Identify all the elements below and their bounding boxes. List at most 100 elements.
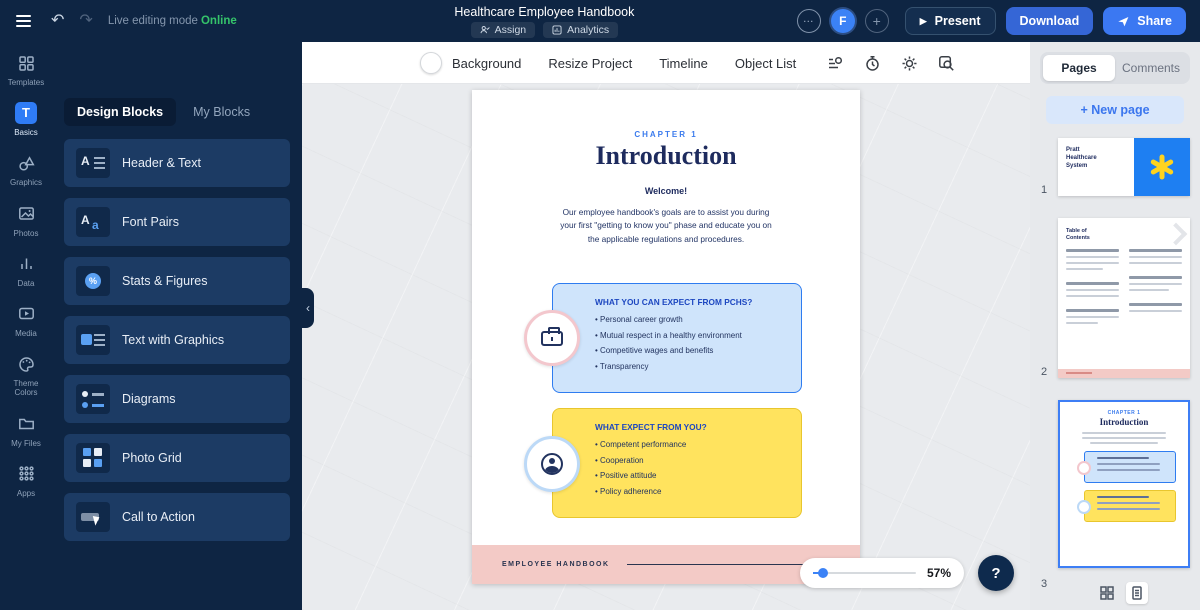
stats-figures-icon: % — [76, 266, 110, 296]
list-item: Transparency — [595, 359, 789, 375]
zoom-slider-handle[interactable] — [818, 568, 828, 578]
background-color-swatch[interactable] — [420, 52, 442, 74]
new-page-button[interactable]: + New page — [1046, 96, 1184, 124]
preview-zoom-icon[interactable] — [938, 55, 955, 72]
list-item: Personal career growth — [595, 312, 789, 328]
mini-person-circle — [1077, 500, 1091, 514]
apps-grid-icon — [15, 463, 37, 485]
page-thumbnail-2[interactable]: Table of Contents — [1058, 218, 1190, 378]
page-thumbnail-row-3: 3 CHAPTER 1 Introduction — [1041, 400, 1190, 590]
block-text-with-graphics[interactable]: Text with Graphics — [64, 316, 290, 364]
play-icon: ▶ — [919, 15, 927, 26]
page-thumbnail-3-selected[interactable]: CHAPTER 1 Introduction — [1058, 400, 1190, 568]
tab-my-blocks[interactable]: My Blocks — [180, 98, 263, 126]
tab-pages[interactable]: Pages — [1043, 55, 1115, 81]
comment-icon[interactable]: … — [796, 9, 821, 33]
chapter-label[interactable]: CHAPTER 1 — [472, 130, 860, 139]
grid-view-icon — [1100, 586, 1114, 600]
live-editing-status: Live editing mode Online — [107, 15, 237, 27]
assign-person-icon — [480, 25, 490, 33]
thumbnail-1-text: Pratt Healthcare System — [1066, 147, 1097, 170]
single-page-view-icon — [1132, 586, 1142, 600]
assign-button[interactable]: Assign — [470, 21, 536, 38]
timeline-button[interactable]: Timeline — [659, 56, 708, 71]
page-thumbnail-1[interactable]: Pratt Healthcare System — [1058, 138, 1190, 196]
welcome-text[interactable]: Welcome! — [472, 186, 860, 196]
help-button[interactable]: ? — [978, 555, 1014, 591]
object-list-button[interactable]: Object List — [735, 56, 796, 71]
yellow-box-title: WHAT EXPECT FROM YOU? — [595, 422, 707, 432]
list-item: Mutual respect in a healthy environment — [595, 328, 789, 344]
diagrams-icon — [76, 384, 110, 414]
templates-grid-icon — [15, 52, 37, 74]
list-view-button[interactable] — [1126, 582, 1148, 604]
redo-button[interactable]: ↷ — [79, 13, 92, 29]
tab-comments[interactable]: Comments — [1115, 55, 1187, 81]
document-title[interactable]: Healthcare Employee Handbook — [454, 5, 634, 19]
sidebar-item-theme-colors[interactable]: Theme Colors — [1, 353, 51, 397]
present-button[interactable]: ▶ Present — [904, 7, 996, 35]
canvas-area[interactable]: CHAPTER 1 Introduction Welcome! Our empl… — [302, 84, 1030, 610]
sidebar-item-apps[interactable]: Apps — [1, 463, 51, 498]
page-title[interactable]: Introduction — [472, 141, 860, 171]
tab-design-blocks[interactable]: Design Blocks — [64, 98, 177, 126]
download-button[interactable]: Download — [1005, 7, 1094, 35]
design-blocks-panel: Design Blocks My Blocks A Header & Text … — [52, 42, 302, 610]
expect-from-pchs-box[interactable]: WHAT YOU CAN EXPECT FROM PCHS? Personal … — [552, 283, 802, 393]
call-to-action-icon — [76, 502, 110, 532]
folder-icon — [15, 413, 37, 435]
asterisk-logo-icon — [1150, 154, 1174, 180]
topbar-right: … F + ▶ Present Download Share — [796, 7, 1200, 35]
briefcase-icon — [541, 326, 563, 346]
block-font-pairs[interactable]: Aa Font Pairs — [64, 198, 290, 246]
grid-view-button[interactable] — [1096, 582, 1118, 604]
analytics-button[interactable]: Analytics — [543, 21, 619, 38]
sidebar-item-templates[interactable]: Templates — [1, 52, 51, 87]
background-control[interactable]: Background — [420, 52, 521, 74]
design-page[interactable]: CHAPTER 1 Introduction Welcome! Our empl… — [472, 90, 860, 584]
topbar-center: Healthcare Employee Handbook Assign Anal… — [292, 5, 797, 38]
chevron-decoration — [1164, 222, 1188, 246]
sidebar-item-media[interactable]: Media — [1, 303, 51, 338]
person-icon — [541, 453, 563, 475]
page-view-toggles — [1096, 582, 1148, 604]
intro-paragraph[interactable]: Our employee handbook's goals are to ass… — [512, 206, 820, 246]
undo-button[interactable]: ↶ — [51, 13, 64, 29]
page-thumbnail-row-2: 2 Table of Contents — [1041, 218, 1190, 378]
block-photo-grid[interactable]: Photo Grid — [64, 434, 290, 482]
share-button[interactable]: Share — [1103, 7, 1186, 35]
timer-icon[interactable] — [864, 55, 881, 72]
briefcase-badge[interactable] — [524, 310, 580, 366]
page-number: 1 — [1041, 184, 1048, 196]
person-badge[interactable] — [524, 436, 580, 492]
expect-from-you-box[interactable]: WHAT EXPECT FROM YOU? Competent performa… — [552, 408, 802, 518]
zoom-slider-track[interactable] — [813, 568, 916, 578]
block-diagrams[interactable]: Diagrams — [64, 375, 290, 423]
sidebar-item-data[interactable]: Data — [1, 253, 51, 288]
block-call-to-action[interactable]: Call to Action — [64, 493, 290, 541]
animation-icon[interactable] — [827, 55, 844, 72]
sidebar-item-photos[interactable]: Photos — [1, 203, 51, 238]
pages-panel: Pages Comments + New page 1 Pratt Health… — [1030, 42, 1200, 610]
toc-columns — [1066, 249, 1182, 328]
hamburger-menu-icon[interactable] — [16, 11, 36, 31]
sidebar-item-basics[interactable]: T Basics — [1, 102, 51, 137]
palette-icon — [15, 353, 37, 375]
mini-briefcase-circle — [1077, 461, 1091, 475]
list-item: Competent performance — [595, 437, 789, 453]
resize-project-button[interactable]: Resize Project — [548, 56, 632, 71]
block-header-and-text[interactable]: A Header & Text — [64, 139, 290, 187]
panel-collapse-handle[interactable]: ‹ — [302, 288, 314, 328]
text-with-graphics-icon — [76, 325, 110, 355]
pages-comments-tabs: Pages Comments — [1040, 52, 1190, 84]
zoom-value: 57% — [926, 566, 951, 580]
sidebar-item-graphics[interactable]: Graphics — [1, 152, 51, 187]
avatar[interactable]: F — [830, 9, 855, 33]
gear-icon[interactable] — [901, 55, 918, 72]
topbar-left: ↶ ↷ Live editing mode Online — [0, 11, 292, 31]
toolbar-icons — [827, 55, 955, 72]
block-stats-and-figures[interactable]: % Stats & Figures — [64, 257, 290, 305]
text-icon: T — [15, 102, 37, 125]
add-collaborator-button[interactable]: + — [864, 9, 889, 33]
sidebar-item-my-files[interactable]: My Files — [1, 413, 51, 448]
